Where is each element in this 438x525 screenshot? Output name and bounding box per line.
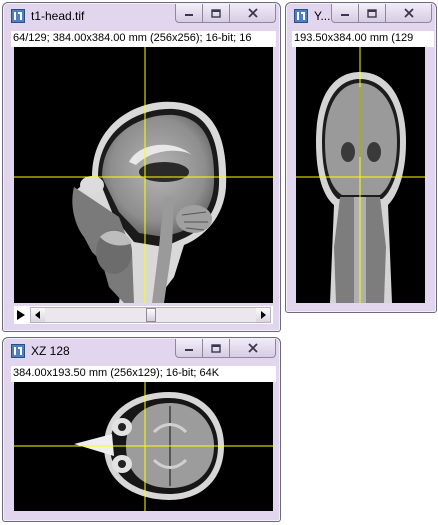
imagej-app-icon	[11, 9, 25, 23]
image-canvas-yz[interactable]	[296, 47, 425, 303]
image-info: 64/129; 384.00x384.00 mm (256x256); 16-b…	[11, 31, 276, 47]
imagej-app-icon	[11, 344, 25, 358]
close-icon	[247, 8, 258, 18]
titlebar-xy[interactable]: t1-head.tif	[3, 3, 280, 29]
maximize-button[interactable]	[203, 4, 230, 23]
close-icon	[403, 8, 414, 18]
image-canvas-xz[interactable]	[14, 382, 273, 511]
chevron-right-icon	[261, 311, 266, 319]
window-xy[interactable]: t1-head.tif 64/129; 384.00x384.00 mm (25…	[2, 2, 281, 332]
maximize-icon	[367, 8, 377, 18]
maximize-icon	[211, 8, 221, 18]
window-xz[interactable]: XZ 128 384.00x193.50 mm (256x129); 16-bi…	[2, 337, 281, 522]
maximize-button[interactable]	[203, 339, 230, 358]
maximize-icon	[211, 343, 221, 353]
sagittal-head-image	[14, 47, 273, 303]
close-button[interactable]	[230, 4, 276, 23]
minimize-icon	[185, 14, 193, 16]
slice-scrollbar[interactable]	[30, 307, 271, 323]
minimize-icon	[341, 14, 349, 16]
image-info: 193.50x384.00 mm (129	[292, 31, 434, 47]
minimize-button[interactable]	[175, 339, 203, 358]
minimize-button[interactable]	[331, 4, 359, 23]
window-yz[interactable]: Y... 193.50x384.00 mm (129	[285, 2, 437, 313]
close-icon	[247, 343, 258, 353]
image-info: 384.00x193.50 mm (256x129); 16-bit; 64K	[11, 366, 276, 382]
titlebar-yz[interactable]: Y...	[286, 3, 436, 29]
image-canvas-xy[interactable]	[14, 47, 273, 303]
minimize-icon	[185, 349, 193, 351]
minimize-button[interactable]	[175, 4, 203, 23]
scroll-thumb[interactable]	[145, 308, 156, 322]
play-icon[interactable]	[16, 309, 26, 321]
coronal-head-image	[296, 47, 425, 303]
slice-scroll-row	[14, 306, 273, 324]
maximize-button[interactable]	[359, 4, 386, 23]
axial-head-image	[14, 382, 273, 511]
scroll-right-button[interactable]	[256, 308, 270, 322]
window-title: XZ 128	[31, 344, 70, 358]
chevron-left-icon	[35, 311, 40, 319]
titlebar-xz[interactable]: XZ 128	[3, 338, 280, 364]
scroll-left-button[interactable]	[31, 308, 45, 322]
close-button[interactable]	[230, 339, 276, 358]
window-title: t1-head.tif	[31, 9, 85, 23]
imagej-app-icon	[294, 9, 308, 23]
close-button[interactable]	[386, 4, 432, 23]
